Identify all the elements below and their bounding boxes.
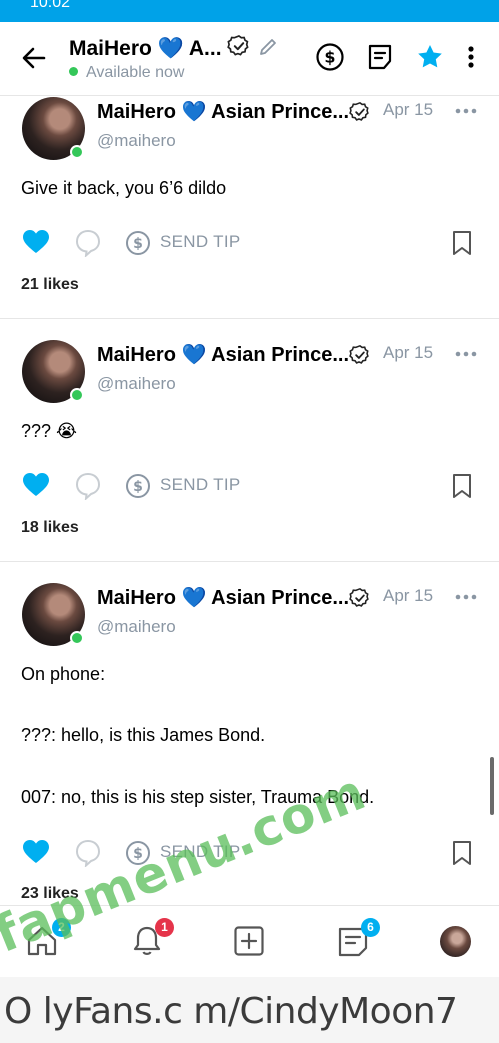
post-date[interactable]: Apr 15 (383, 343, 433, 363)
pencil-icon[interactable] (257, 36, 279, 58)
send-tip-label[interactable]: SEND TIP (160, 232, 241, 252)
more-horizontal-icon[interactable] (455, 107, 477, 115)
verified-badge-icon (227, 35, 249, 56)
post-avatar[interactable] (22, 340, 85, 403)
post-avatar[interactable] (22, 97, 85, 160)
post-handle[interactable]: @maihero (97, 131, 176, 151)
online-dot (70, 388, 84, 402)
tip-dollar-icon[interactable]: $ (125, 840, 151, 866)
post-handle[interactable]: @maihero (97, 374, 176, 394)
url-overlay: O lyFans.c m/CindyMoon7 (0, 977, 499, 1043)
likes-count[interactable]: 23 likes (21, 885, 79, 903)
tip-dollar-icon[interactable]: $ (125, 473, 151, 499)
home-badge: 2 (52, 918, 71, 937)
add-post-icon[interactable] (232, 924, 266, 958)
notifications-badge: 1 (155, 918, 174, 937)
heart-icon[interactable] (22, 839, 50, 865)
post: MaiHero 💙 Asian Prince... Apr 15 @maiher… (0, 562, 499, 905)
post-date[interactable]: Apr 15 (383, 100, 433, 120)
bookmark-icon[interactable] (451, 230, 473, 256)
status-time: 10:02 (30, 0, 71, 11)
dollar-tip-icon[interactable]: $ (315, 42, 345, 72)
post: MaiHero 💙 Asian Prince... Apr 15 @maiher… (0, 96, 499, 318)
scrollbar[interactable] (490, 757, 494, 815)
url-overlay-text: O lyFans.c m/CindyMoon7 (4, 991, 458, 1032)
svg-text:$: $ (133, 479, 143, 495)
status-bar: 10:02 (0, 0, 499, 22)
svg-text:$: $ (133, 236, 143, 252)
back-arrow-icon[interactable] (18, 42, 50, 74)
star-icon[interactable] (415, 42, 445, 72)
more-horizontal-icon[interactable] (455, 593, 477, 601)
post-avatar[interactable] (22, 583, 85, 646)
bookmark-icon[interactable] (451, 840, 473, 866)
post-date[interactable]: Apr 15 (383, 586, 433, 606)
post-author[interactable]: MaiHero 💙 Asian Prince... (97, 342, 349, 367)
post-text-line: ???: hello, is this James Bond. (21, 725, 266, 745)
online-dot (70, 145, 84, 159)
post-author[interactable]: MaiHero 💙 Asian Prince... (97, 99, 349, 124)
verified-badge-icon (349, 101, 369, 121)
more-vertical-icon[interactable] (456, 42, 486, 72)
online-indicator (69, 67, 78, 76)
bottom-nav: 2 1 6 (0, 905, 499, 977)
header-name: MaiHero 💙 A... (69, 37, 222, 60)
heart-icon[interactable] (22, 472, 50, 498)
chat-header: MaiHero 💙 A... Available now $ (0, 22, 499, 96)
verified-badge-icon (349, 344, 369, 364)
tip-dollar-icon[interactable]: $ (125, 230, 151, 256)
more-horizontal-icon[interactable] (455, 350, 477, 358)
online-dot (70, 631, 84, 645)
post-author[interactable]: MaiHero 💙 Asian Prince... (97, 585, 349, 610)
verified-badge-icon (349, 587, 369, 607)
send-tip-label[interactable]: SEND TIP (160, 842, 241, 862)
likes-count[interactable]: 21 likes (21, 276, 79, 294)
bookmark-icon[interactable] (451, 473, 473, 499)
comment-icon[interactable] (75, 229, 101, 257)
messages-badge: 6 (361, 918, 380, 937)
post-handle[interactable]: @maihero (97, 617, 176, 637)
availability-status: Available now (69, 64, 184, 82)
post-text: Give it back, you 6’6 dildo (21, 178, 227, 198)
comment-icon[interactable] (75, 472, 101, 500)
send-tip-label[interactable]: SEND TIP (160, 475, 241, 495)
comment-icon[interactable] (75, 839, 101, 867)
post-text: ??? 😭 (21, 421, 78, 441)
post: MaiHero 💙 Asian Prince... Apr 15 @maiher… (0, 319, 499, 561)
heart-icon[interactable] (22, 229, 50, 255)
header-name-row[interactable]: MaiHero 💙 A... (69, 34, 279, 61)
svg-text:$: $ (324, 48, 335, 67)
likes-count[interactable]: 18 likes (21, 519, 79, 537)
post-text-line: 007: no, this is his step sister, Trauma… (21, 787, 375, 807)
post-text-line: On phone: (21, 664, 106, 684)
profile-avatar[interactable] (440, 926, 471, 957)
availability-text: Available now (86, 64, 185, 81)
svg-text:$: $ (133, 846, 143, 862)
notes-icon[interactable] (365, 42, 395, 72)
